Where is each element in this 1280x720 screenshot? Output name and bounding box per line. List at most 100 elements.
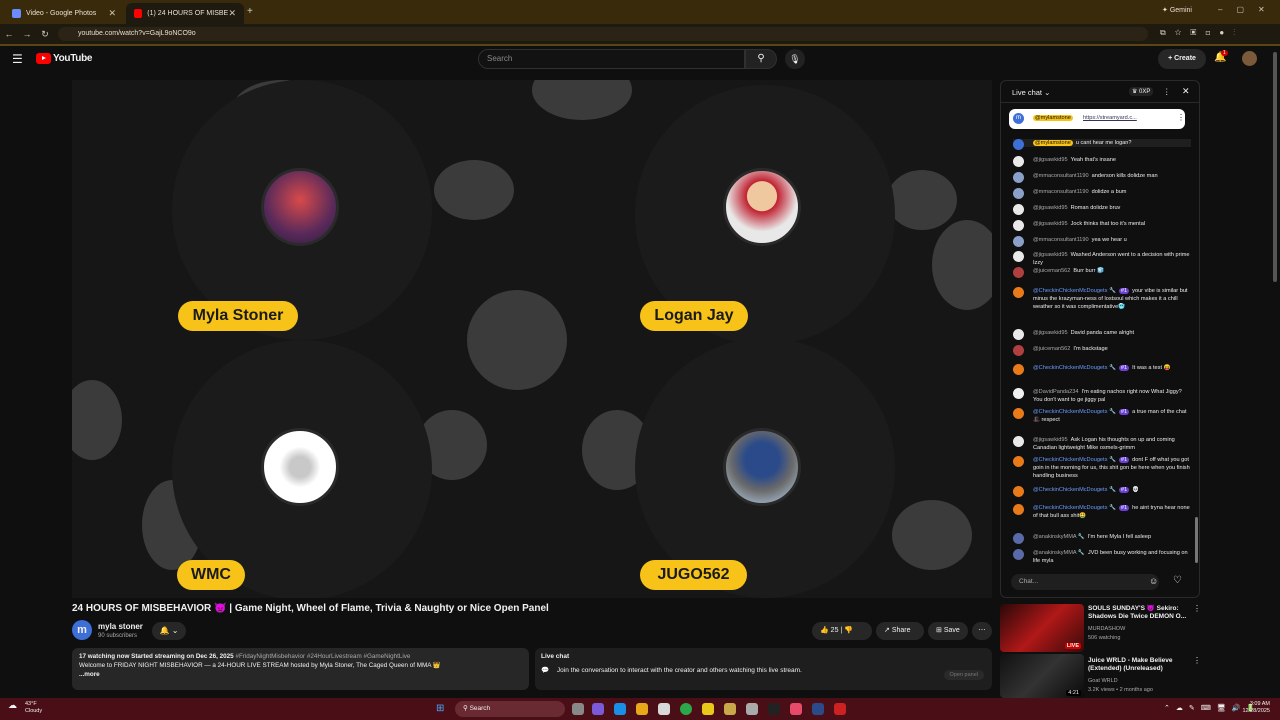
chat-author-name[interactable]: @mmaconsultant1190	[1033, 189, 1089, 195]
chat-author-name[interactable]: @CheckinChickenMcDougets 🔧	[1033, 409, 1116, 415]
live-chat-mode-dropdown[interactable]: Live chat ⌄	[1012, 88, 1050, 97]
reload-icon[interactable]: ↻	[36, 29, 54, 40]
more-vertical-icon[interactable]: ⋮	[1163, 87, 1171, 96]
youtube-logo-text[interactable]: YouTube	[53, 53, 93, 64]
app-icon[interactable]	[834, 703, 846, 715]
description-more-link[interactable]: ...more	[79, 670, 522, 679]
page-scrollbar[interactable]	[1273, 52, 1277, 282]
chat-message[interactable]: @anakinskyMMA 🔧 I'm here Myla I fell asle…	[1013, 533, 1191, 544]
chat-author-name[interactable]: @juiceman562	[1033, 346, 1070, 352]
app-icon[interactable]	[636, 703, 648, 715]
more-actions-button[interactable]: ⋯	[972, 622, 992, 640]
chat-message[interactable]: @CheckinChickenMcDougets 🔧 #1 dont F off w…	[1013, 456, 1191, 480]
chat-message[interactable]: @juiceman562 Burr burr 🧊	[1013, 267, 1191, 278]
video-player[interactable]: Myla Stoner Logan Jay WMC JUGO562	[72, 80, 992, 598]
chat-author-name[interactable]: @jigsawkid95	[1033, 157, 1068, 163]
chat-message[interactable]: @CheckinChickenMcDougets 🔧 #1 💀	[1013, 486, 1191, 497]
settings-icon[interactable]	[746, 703, 758, 715]
chat-author-avatar[interactable]	[1013, 329, 1024, 340]
recommendation-thumbnail[interactable]: LIVE	[1000, 604, 1084, 652]
chat-author-avatar[interactable]	[1013, 456, 1024, 467]
forward-icon[interactable]: →	[18, 29, 36, 39]
chat-message[interactable]: @CheckinChickenMcDougets 🔧 #1 It was a tes…	[1013, 364, 1191, 375]
edge-icon[interactable]	[614, 703, 626, 715]
chat-author-name[interactable]: @jigsawkid95	[1033, 221, 1068, 227]
chat-message[interactable]: @juiceman562 I'm backstage	[1013, 345, 1191, 356]
chat-message[interactable]: @CheckinChickenMcDougets 🔧 #1 a true man o…	[1013, 408, 1191, 424]
chrome-icon[interactable]	[680, 703, 692, 715]
music-icon[interactable]	[790, 703, 802, 715]
chat-author-name[interactable]: @anakinskyMMA 🔧	[1033, 550, 1085, 556]
chat-author-name[interactable]: @mmaconsultant1190	[1033, 173, 1089, 179]
chat-author-name[interactable]: @juiceman562	[1033, 268, 1070, 274]
chat-author-name[interactable]: @CheckinChickenMcDougets 🔧	[1033, 365, 1116, 371]
chat-message[interactable]: @jigsawkid95 Yeah that's insane	[1013, 156, 1191, 167]
chat-author-avatar[interactable]	[1013, 204, 1024, 215]
recommendation-channel[interactable]: Goat WRLD	[1088, 678, 1188, 685]
youtube-logo-icon[interactable]	[36, 53, 51, 64]
window-controls[interactable]: –▢✕	[1218, 5, 1279, 14]
chat-author-avatar[interactable]	[1013, 388, 1024, 399]
chat-author-avatar[interactable]	[1013, 549, 1024, 560]
chat-author-avatar[interactable]	[1013, 220, 1024, 231]
chat-author-name[interactable]: @CheckinChickenMcDougets 🔧	[1033, 487, 1116, 493]
pinned-link[interactable]: https://streamyard.c...	[1083, 115, 1137, 121]
chat-author-name[interactable]: @mylamstone	[1033, 140, 1073, 146]
file-explorer-icon[interactable]	[702, 703, 714, 715]
tab-google-photos[interactable]: Video - Google Photos ✕	[4, 3, 124, 24]
chat-author-avatar[interactable]	[1013, 139, 1024, 150]
chat-message[interactable]: @mylamstone u cant hear me logan?	[1013, 139, 1191, 150]
back-icon[interactable]: ←	[0, 29, 18, 39]
taskbar-search[interactable]: ⚲ Search	[455, 701, 565, 717]
chat-author-avatar[interactable]	[1013, 156, 1024, 167]
chat-author-name[interactable]: @mmaconsultant1190	[1033, 237, 1089, 243]
description-box[interactable]: 17 watching now Started streaming on Dec…	[72, 648, 529, 690]
recommendation-title[interactable]: Juice WRLD - Make Believe (Extended) (Un…	[1088, 657, 1188, 673]
chat-message[interactable]: @jigsawkid95 Washed Anderson went to a de…	[1013, 251, 1191, 267]
gemini-button[interactable]: ✦ Gemini	[1162, 6, 1192, 14]
search-button[interactable]: ⚲	[745, 49, 777, 69]
like-dislike-button[interactable]: 👍 25 | 👎	[812, 622, 872, 640]
chat-author-name[interactable]: @CheckinChickenMcDougets 🔧	[1033, 505, 1116, 511]
chat-author-avatar[interactable]	[1013, 486, 1024, 497]
close-icon[interactable]: ✕	[228, 8, 236, 19]
chat-author-name[interactable]: @CheckinChickenMcDougets 🔧	[1033, 457, 1116, 463]
weather-widget[interactable]: 43°F Cloudy	[25, 701, 42, 715]
account-avatar[interactable]	[1242, 51, 1257, 66]
chat-author-avatar[interactable]	[1013, 504, 1024, 515]
chat-message[interactable]: @jigsawkid95 David panda came alright	[1013, 329, 1191, 340]
browser-toolbar-icons[interactable]: ⧉☆▣⊡●⋮	[1160, 28, 1244, 38]
chat-message[interactable]: @CheckinChickenMcDougets 🔧 #1 your vibe is…	[1013, 287, 1191, 311]
steam-icon[interactable]	[812, 703, 824, 715]
chat-message[interactable]: @DavidPanda234 I'm eating nachos right no…	[1013, 388, 1191, 404]
chat-author-avatar[interactable]	[1013, 236, 1024, 247]
chat-message[interactable]: @CheckinChickenMcDougets 🔧 #1 he aint tryn…	[1013, 504, 1191, 520]
heart-icon[interactable]: ♡	[1173, 575, 1182, 586]
close-chat-icon[interactable]: ✕	[1182, 86, 1190, 97]
chat-author-name[interactable]: @DavidPanda234	[1033, 389, 1079, 395]
microphone-button[interactable]: 🎙	[785, 49, 805, 69]
recommendation-thumbnail[interactable]: 4:21	[1000, 654, 1084, 698]
close-icon[interactable]: ✕	[108, 8, 116, 19]
emoji-icon[interactable]: ☺	[1149, 576, 1158, 586]
new-tab-icon[interactable]: +	[247, 6, 253, 17]
notification-settings-button[interactable]: 🔔 ⌄	[152, 622, 186, 640]
chat-author-avatar[interactable]	[1013, 533, 1024, 544]
recommendation-menu-icon[interactable]: ⋮	[1193, 656, 1201, 665]
channel-avatar[interactable]: m	[72, 620, 92, 640]
search-input[interactable]: Search	[478, 49, 745, 69]
chat-message[interactable]: @mmaconsultant1190 anderson kills dolidze…	[1013, 172, 1191, 183]
app-icon[interactable]	[592, 703, 604, 715]
chat-author-name[interactable]: @jigsawkid95	[1033, 330, 1068, 336]
open-panel-button[interactable]: Open panel	[943, 670, 984, 680]
pinned-message[interactable]: m @mylamstone https://streamyard.c... ⋮	[1009, 109, 1185, 129]
chat-author-avatar[interactable]	[1013, 267, 1024, 278]
chat-message[interactable]: @jigsawkid95 Roman dolidze bruv	[1013, 204, 1191, 215]
chat-author-name[interactable]: @jigsawkid95	[1033, 205, 1068, 211]
clock[interactable]: 3:09 AM 12/28/2025	[1232, 701, 1270, 715]
chat-author-name[interactable]: @CheckinChickenMcDougets 🔧	[1033, 288, 1116, 294]
description-hashtags[interactable]: #FridayNightMisbehavior #24HourLivestrea…	[235, 653, 410, 660]
chat-author-avatar[interactable]	[1013, 188, 1024, 199]
pinned-menu-icon[interactable]: ⋮	[1177, 113, 1185, 122]
chat-message[interactable]: @mmaconsultant1190 dolidze a bum	[1013, 188, 1191, 199]
